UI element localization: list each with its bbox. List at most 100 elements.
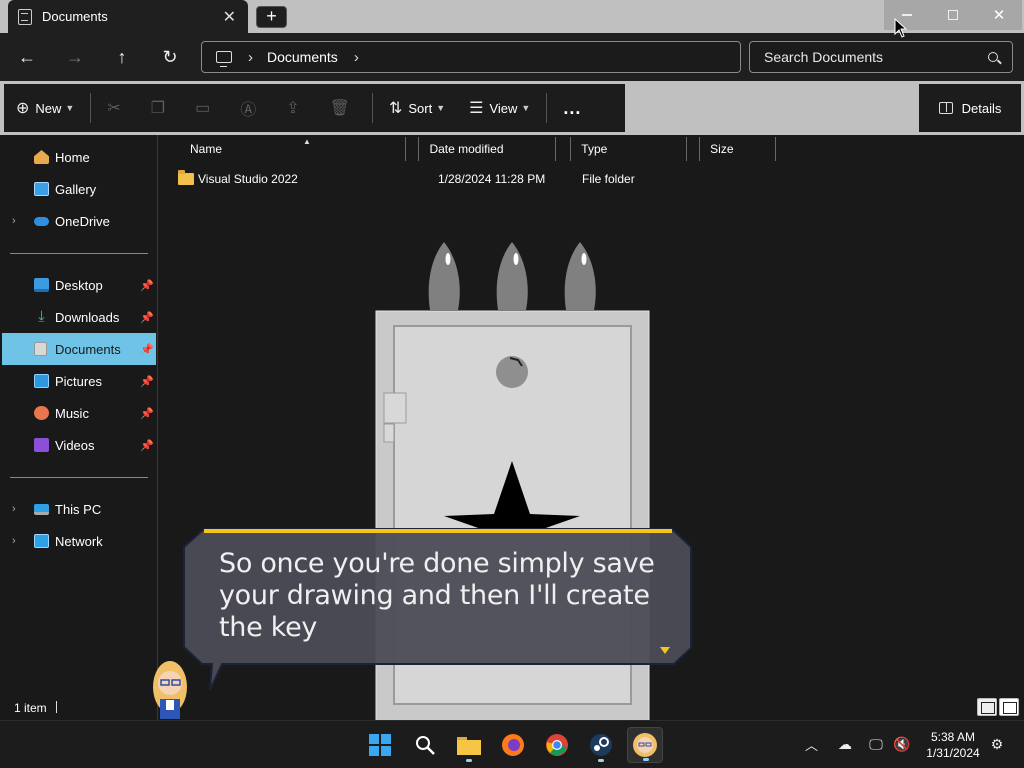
chevron-right-icon[interactable]: › — [12, 535, 16, 547]
network-icon — [34, 534, 49, 548]
pin-icon[interactable]: 📌 — [140, 279, 154, 292]
sidebar-item-label: Pictures — [55, 373, 102, 389]
network-icon[interactable]: 🖵 — [866, 734, 886, 754]
navigation-pane: Home Gallery › OneDrive Desktop 📌 ⤓ Down… — [0, 135, 158, 720]
column-header-date-modified[interactable]: Date modified — [418, 137, 557, 161]
paste-button[interactable]: ▭ — [183, 84, 228, 132]
chevron-right-icon[interactable]: › — [12, 503, 16, 515]
cut-button[interactable]: ✂ — [95, 84, 138, 132]
volume-muted-icon[interactable]: 🔇 — [892, 734, 912, 754]
sidebar-item-documents[interactable]: Documents 📌 — [2, 333, 156, 365]
back-button[interactable]: ← — [15, 45, 39, 69]
details-view-toggle[interactable] — [977, 698, 997, 716]
notifications-icon[interactable]: ⚙ — [987, 734, 1007, 754]
view-label: View — [489, 100, 518, 116]
taskbar-game[interactable] — [627, 727, 663, 763]
sidebar-item-label: Network — [55, 533, 103, 549]
document-icon — [18, 8, 32, 25]
sidebar-item-home[interactable]: Home — [2, 141, 156, 173]
sidebar-item-network[interactable]: › Network — [2, 525, 156, 557]
taskbar-steam[interactable] — [583, 727, 619, 763]
clock-time: 5:38 AM — [930, 730, 976, 744]
start-button[interactable] — [362, 727, 398, 763]
command-bar: ⊕ New ▼ ✂ ❐ ▭ Ⓐ ⇪ 🗑 ⇅ Sort ▼ ☰ View ▼ ..… — [4, 84, 625, 132]
pin-icon[interactable]: 📌 — [140, 407, 154, 420]
chevron-right-icon[interactable]: › — [248, 49, 253, 66]
sidebar-item-pictures[interactable]: Pictures 📌 — [2, 365, 156, 397]
column-headers: ▲ Name Date modified Type Size — [159, 137, 776, 161]
firefox-icon — [502, 734, 524, 756]
breadcrumb-documents[interactable]: Documents — [267, 49, 338, 65]
status-bar: 1 item — [0, 696, 1024, 720]
column-header-type[interactable]: Type — [570, 137, 688, 161]
sidebar-item-desktop[interactable]: Desktop 📌 — [2, 269, 156, 301]
details-pane-button[interactable]: Details — [919, 84, 1021, 132]
taskbar-search-button[interactable] — [407, 727, 443, 763]
tab-documents[interactable]: Documents ✕ — [8, 0, 248, 33]
chevron-down-icon: ▼ — [521, 103, 531, 113]
new-tab-button[interactable]: + — [256, 6, 287, 28]
chevron-right-icon[interactable]: › — [12, 215, 16, 227]
pin-icon[interactable]: 📌 — [140, 343, 154, 356]
divider — [10, 477, 148, 478]
search-icon — [416, 736, 435, 755]
share-button[interactable]: ⇪ — [274, 84, 317, 132]
pin-icon[interactable]: 📌 — [140, 311, 154, 324]
file-date-modified: 1/28/2024 11:28 PM — [438, 172, 546, 186]
taskbar-chrome[interactable] — [539, 727, 575, 763]
rename-icon: Ⓐ — [240, 102, 257, 119]
sidebar-item-onedrive[interactable]: › OneDrive — [2, 205, 156, 237]
mouse-cursor-icon — [894, 18, 908, 38]
column-header-label: Size — [710, 142, 734, 156]
table-row[interactable]: Visual Studio 2022 1/28/2024 11:28 PM Fi… — [159, 167, 776, 191]
large-icons-view-toggle[interactable] — [999, 698, 1019, 716]
search-input[interactable] — [764, 49, 984, 65]
maximize-button[interactable] — [930, 0, 976, 30]
new-button[interactable]: ⊕ New ▼ — [4, 84, 86, 132]
sidebar-item-downloads[interactable]: ⤓ Downloads 📌 — [2, 301, 156, 333]
sidebar-item-this-pc[interactable]: › This PC — [2, 493, 156, 525]
copy-button[interactable]: ❐ — [139, 84, 183, 132]
title-bar: Documents ✕ + ✕ — [0, 0, 1024, 33]
sidebar-item-label: Videos — [55, 437, 95, 453]
sidebar-item-label: OneDrive — [55, 213, 110, 229]
pin-icon[interactable]: 📌 — [140, 375, 154, 388]
up-button[interactable]: ↑ — [110, 45, 134, 69]
chevron-right-icon[interactable]: › — [354, 49, 359, 66]
desktop-icon — [34, 278, 49, 292]
divider — [371, 93, 373, 123]
address-bar[interactable]: › Documents › — [201, 41, 741, 73]
column-header-label: Type — [581, 142, 608, 156]
delete-button[interactable]: 🗑 — [318, 84, 368, 132]
close-tab-icon[interactable]: ✕ — [223, 7, 236, 27]
sidebar-item-music[interactable]: Music 📌 — [2, 397, 156, 429]
sidebar-item-gallery[interactable]: Gallery — [2, 173, 156, 205]
running-indicator — [643, 758, 649, 761]
onedrive-offline-icon[interactable]: ☁ — [835, 734, 855, 754]
new-label: New — [35, 100, 62, 116]
sidebar-item-label: This PC — [55, 501, 102, 517]
details-pane-icon — [938, 102, 953, 114]
search-icon[interactable] — [988, 52, 998, 62]
taskbar-firefox[interactable] — [495, 727, 531, 763]
pin-icon[interactable]: 📌 — [140, 439, 154, 452]
refresh-button[interactable]: ↻ — [158, 45, 182, 69]
clock[interactable]: 5:38 AM 1/31/2024 — [924, 729, 982, 761]
sidebar-item-label: Gallery — [55, 181, 97, 197]
chevron-up-icon[interactable]: ︿ — [805, 735, 818, 754]
file-name[interactable]: Visual Studio 2022 — [198, 167, 298, 191]
search-box[interactable] — [749, 41, 1013, 73]
view-button[interactable]: ☰ View ▼ — [457, 84, 542, 132]
onedrive-icon — [34, 217, 49, 226]
taskbar-file-explorer[interactable] — [451, 727, 487, 763]
rename-button[interactable]: Ⓐ — [228, 84, 274, 132]
sidebar-item-label: Home — [55, 149, 90, 165]
column-header-name[interactable]: ▲ Name — [159, 137, 407, 161]
sort-ascending-icon: ▲ — [303, 137, 311, 146]
close-window-button[interactable]: ✕ — [976, 0, 1022, 30]
column-header-size[interactable]: Size — [699, 137, 776, 161]
more-options-button[interactable]: ... — [551, 84, 593, 132]
sort-button[interactable]: ⇅ Sort ▼ — [377, 84, 457, 132]
forward-button[interactable]: → — [63, 45, 87, 69]
sidebar-item-videos[interactable]: Videos 📌 — [2, 429, 156, 461]
